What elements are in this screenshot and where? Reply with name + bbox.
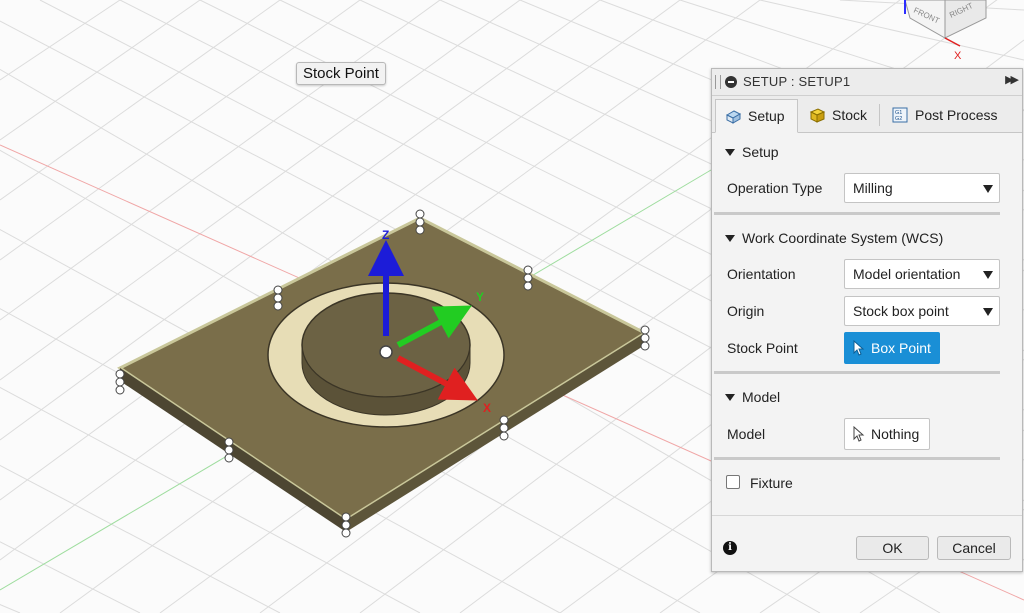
dialog-tabs: Setup Stock G1 G2 Post Process [712,96,1022,133]
model-selection-button[interactable]: Nothing [844,418,930,450]
fixture-checkbox[interactable] [726,475,740,489]
collapse-icon[interactable] [725,76,737,88]
tab-post-process-label: Post Process [915,107,998,123]
section-divider [714,212,1000,215]
stock-cube-icon [809,108,826,123]
tab-setup-label: Setup [748,108,785,124]
tab-setup[interactable]: Setup [715,99,798,133]
tab-stock-label: Stock [832,107,868,123]
wcs-origin[interactable] [379,345,393,359]
setup-section-header[interactable]: Setup [725,144,779,160]
origin-value: Stock box point [853,303,949,319]
dropdown-arrow-icon [983,271,993,279]
model-label: Model [727,426,766,442]
tab-post-process[interactable]: G1 G2 Post Process [882,99,1012,131]
z-axis-label: Z [382,228,389,242]
tab-stock[interactable]: Stock [799,99,879,131]
orientation-label: Orientation [727,266,796,282]
origin-select[interactable]: Stock box point [844,296,1000,326]
operation-type-value: Milling [853,180,893,196]
origin-label: Origin [727,303,765,319]
orientation-select[interactable]: Model orientation [844,259,1000,289]
expand-triangle-icon [725,234,735,242]
expand-triangle-icon [725,148,735,156]
model-value: Nothing [871,426,920,442]
expand-panel-icon[interactable]: ▶▶ [1005,73,1019,86]
x-axis-label: X [483,401,491,415]
y-axis-label: Y [476,290,484,304]
wcs-section-title: Work Coordinate System (WCS) [742,230,944,246]
expand-triangle-icon [725,393,735,401]
model-section-header[interactable]: Model [725,389,780,405]
cursor-icon [853,340,865,356]
fixture-label: Fixture [750,475,793,491]
tab-separator [879,104,880,126]
post-process-icon: G1 G2 [892,107,908,123]
view-cube[interactable]: FRONT RIGHT X [904,0,987,62]
svg-text:G2: G2 [895,116,902,122]
view-cube-x-label: X [954,50,962,62]
cursor-icon [853,426,865,442]
setup-dialog: SETUP : SETUP1 ▶▶ Setup Stock G1 G2 Post… [711,68,1023,572]
cancel-button[interactable]: Cancel [937,536,1011,560]
operation-type-select[interactable]: Milling [844,173,1000,203]
model-section-title: Model [742,389,781,405]
stock-point-tooltip: Stock Point [296,62,386,85]
footer-divider [712,515,1022,516]
dialog-title: SETUP : SETUP1 [743,74,851,89]
info-icon[interactable]: i [723,541,737,555]
operation-type-label: Operation Type [727,180,823,196]
drag-grip-icon[interactable] [715,75,721,89]
dropdown-arrow-icon [983,185,993,193]
section-divider [714,457,1000,460]
orientation-value: Model orientation [853,266,961,282]
section-divider [714,371,1000,374]
stock-point-value: Box Point [871,340,931,356]
dropdown-arrow-icon [983,308,993,316]
wcs-section-header[interactable]: Work Coordinate System (WCS) [725,230,943,246]
stock-point-selection-button[interactable]: Box Point [844,332,940,364]
setup-section-title: Setup [742,144,779,160]
setup-icon [725,110,742,124]
dialog-titlebar[interactable]: SETUP : SETUP1 ▶▶ [712,69,1022,96]
ok-button[interactable]: OK [856,536,929,560]
stock-plate[interactable] [117,216,649,532]
stock-point-label: Stock Point [727,340,798,356]
